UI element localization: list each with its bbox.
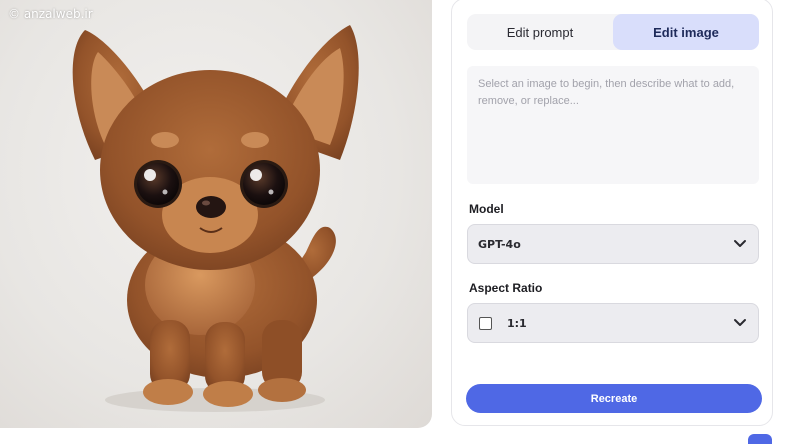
floating-action-button[interactable] <box>748 434 772 444</box>
chevron-down-icon <box>734 240 746 247</box>
aspect-ratio-selected-value: 1:1 <box>507 316 527 330</box>
tab-edit-image[interactable]: Edit image <box>613 14 759 50</box>
mode-tabs: Edit prompt Edit image <box>467 14 759 50</box>
image-preview: © anzalweb.ir <box>0 0 432 428</box>
tab-edit-prompt[interactable]: Edit prompt <box>467 14 613 50</box>
watermark-text: © anzalweb.ir <box>8 7 93 21</box>
aspect-ratio-label: Aspect Ratio <box>469 281 543 295</box>
chevron-down-icon <box>734 319 746 326</box>
model-label: Model <box>469 202 504 216</box>
prompt-input[interactable] <box>467 66 759 184</box>
model-selected-value: GPT-4o <box>478 237 521 251</box>
puppy-illustration <box>72 25 359 412</box>
recreate-button[interactable]: Recreate <box>466 384 762 413</box>
aspect-ratio-select[interactable]: 1:1 <box>467 303 759 343</box>
model-select[interactable]: GPT-4o <box>467 224 759 264</box>
square-ratio-icon <box>479 316 492 330</box>
editor-panel: Edit prompt Edit image Model GPT-4o Aspe… <box>451 0 773 426</box>
